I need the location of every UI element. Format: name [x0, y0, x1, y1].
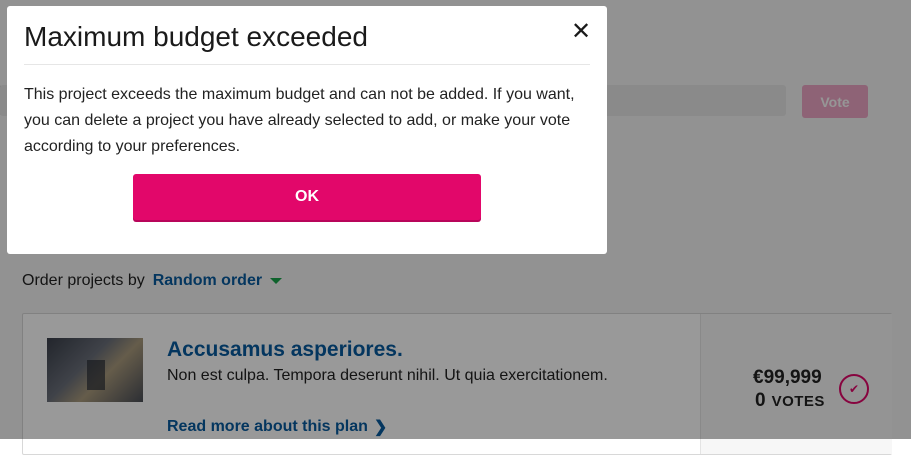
modal-title: Maximum budget exceeded	[24, 21, 368, 52]
close-icon[interactable]: ✕	[570, 20, 592, 44]
modal-divider	[24, 64, 590, 65]
modal-message: This project exceeds the maximum budget …	[24, 86, 575, 155]
ok-button[interactable]: OK	[133, 174, 481, 220]
budget-exceeded-modal: Maximum budget exceeded ✕ This project e…	[7, 6, 607, 254]
